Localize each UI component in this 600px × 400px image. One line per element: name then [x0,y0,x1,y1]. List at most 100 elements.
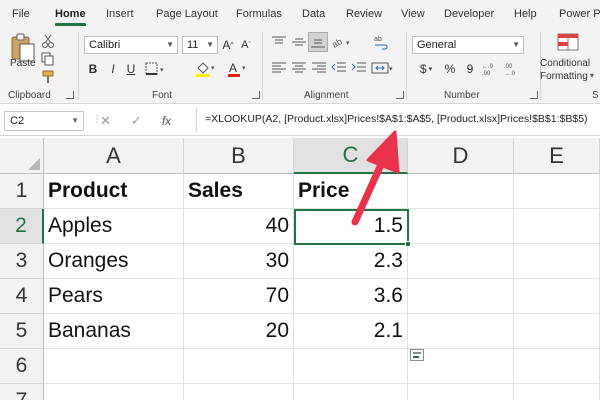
tab-review[interactable]: Review [346,0,382,28]
number-launcher-icon[interactable] [530,91,538,99]
cell-b2[interactable]: 40 [184,209,294,244]
align-middle-button[interactable] [290,34,308,50]
tab-formulas[interactable]: Formulas [236,0,282,28]
cell-b5[interactable]: 20 [184,314,294,349]
row-header-7[interactable]: 7 [0,384,44,400]
cell-e3[interactable] [514,244,600,279]
column-header-b[interactable]: B [184,138,294,174]
column-header-a[interactable]: A [44,138,184,174]
row-header-4[interactable]: 4 [0,279,44,314]
column-header-d[interactable]: D [408,138,514,174]
italic-button[interactable]: I [106,60,120,78]
row-header-5[interactable]: 5 [0,314,44,349]
tab-data[interactable]: Data [302,0,325,28]
fill-color-button[interactable]: ▾ [194,60,216,78]
cell-d2[interactable] [408,209,514,244]
increase-indent-button[interactable] [350,60,368,76]
wrap-text-button[interactable]: ab [372,34,390,50]
cell-a2[interactable]: Apples [44,209,184,244]
cell-c5[interactable]: 2.1 [294,314,408,349]
cell-e1[interactable] [514,174,600,209]
comma-style-button[interactable]: 9 [462,60,478,78]
cell-c1[interactable]: Price [294,174,408,209]
cell-c2[interactable]: 1.5 [294,209,408,244]
clipboard-launcher-icon[interactable] [66,91,74,99]
cell-a6[interactable] [44,349,184,384]
tab-help[interactable]: Help [514,0,537,28]
accounting-format-button[interactable]: $ ▾ [414,60,438,78]
tab-power-pivot[interactable]: Power Pi [559,0,600,28]
formula-input[interactable]: =XLOOKUP(A2, [Product.xlsx]Prices!$A$1:$… [205,113,588,125]
column-header-e[interactable]: E [514,138,600,174]
font-name-combo[interactable]: Calibri ▼ [84,36,178,54]
bold-button[interactable]: B [86,60,100,78]
cell-e5[interactable] [514,314,600,349]
cell-d4[interactable] [408,279,514,314]
alignment-launcher-icon[interactable] [396,91,404,99]
merge-center-button[interactable]: ▾ [370,60,396,76]
cell-e2[interactable] [514,209,600,244]
align-center-button[interactable] [290,60,308,76]
format-painter-button[interactable] [40,70,56,84]
row-header-6[interactable]: 6 [0,349,44,384]
font-color-button[interactable]: A ▾ [226,60,248,78]
cell-d7[interactable] [408,384,514,400]
fill-handle[interactable] [405,241,411,247]
cell-c6[interactable] [294,349,408,384]
cell-e7[interactable] [514,384,600,400]
cell-b4[interactable]: 70 [184,279,294,314]
conditional-formatting-button[interactable] [556,32,580,52]
cell-a7[interactable] [44,384,184,400]
insert-function-icon[interactable]: fx [162,114,171,128]
underline-button[interactable]: U [124,60,138,78]
tab-file[interactable]: File [12,0,30,28]
cell-a3[interactable]: Oranges [44,244,184,279]
cell-b3[interactable]: 30 [184,244,294,279]
cell-c4[interactable]: 3.6 [294,279,408,314]
tab-view[interactable]: View [401,0,425,28]
decrease-font-icon[interactable]: Aˇ [238,36,254,54]
cell-e6[interactable] [514,349,600,384]
decrease-indent-button[interactable] [330,60,348,76]
tab-home[interactable]: Home [55,0,86,28]
align-left-button[interactable] [270,60,288,76]
decrease-decimal-button[interactable]: .00 →.0 [504,60,524,78]
borders-button[interactable]: ▾ [144,62,166,76]
percent-style-button[interactable]: % [442,60,458,78]
cell-a4[interactable]: Pears [44,279,184,314]
select-all-corner[interactable] [0,138,44,174]
cut-button[interactable] [40,34,56,48]
cell-c7[interactable] [294,384,408,400]
row-header-3[interactable]: 3 [0,244,44,279]
cell-c3[interactable]: 2.3 [294,244,408,279]
cell-d1[interactable] [408,174,514,209]
tab-insert[interactable]: Insert [106,0,134,28]
column-header-c[interactable]: C [294,138,408,174]
enter-icon[interactable]: ✓ [131,113,142,129]
row-header-2[interactable]: 2 [0,209,44,244]
tab-page-layout[interactable]: Page Layout [156,0,218,28]
cell-b7[interactable] [184,384,294,400]
align-top-button[interactable] [270,34,288,50]
name-box[interactable]: C2 ▼ [4,111,84,131]
cell-e4[interactable] [514,279,600,314]
font-launcher-icon[interactable] [252,91,260,99]
align-bottom-button[interactable] [308,32,328,52]
tab-developer[interactable]: Developer [444,0,494,28]
increase-decimal-button[interactable]: ←.0.00 [482,60,502,78]
cell-b6[interactable] [184,349,294,384]
row-header-1[interactable]: 1 [0,174,44,209]
cell-d5[interactable] [408,314,514,349]
cancel-icon[interactable]: ✕ [100,113,111,129]
increase-font-icon[interactable]: A ^ [220,36,236,54]
cell-b1[interactable]: Sales [184,174,294,209]
align-right-button[interactable] [310,60,328,76]
cell-a1[interactable]: Product [44,174,184,209]
font-size-combo[interactable]: 11 ▼ [182,36,218,54]
cell-a5[interactable]: Bananas [44,314,184,349]
cell-d3[interactable] [408,244,514,279]
quick-analysis-icon[interactable] [410,349,424,361]
copy-button[interactable] [40,52,56,66]
orientation-button[interactable]: ab ▾ [330,34,354,50]
number-format-combo[interactable]: General ▼ [412,36,524,54]
